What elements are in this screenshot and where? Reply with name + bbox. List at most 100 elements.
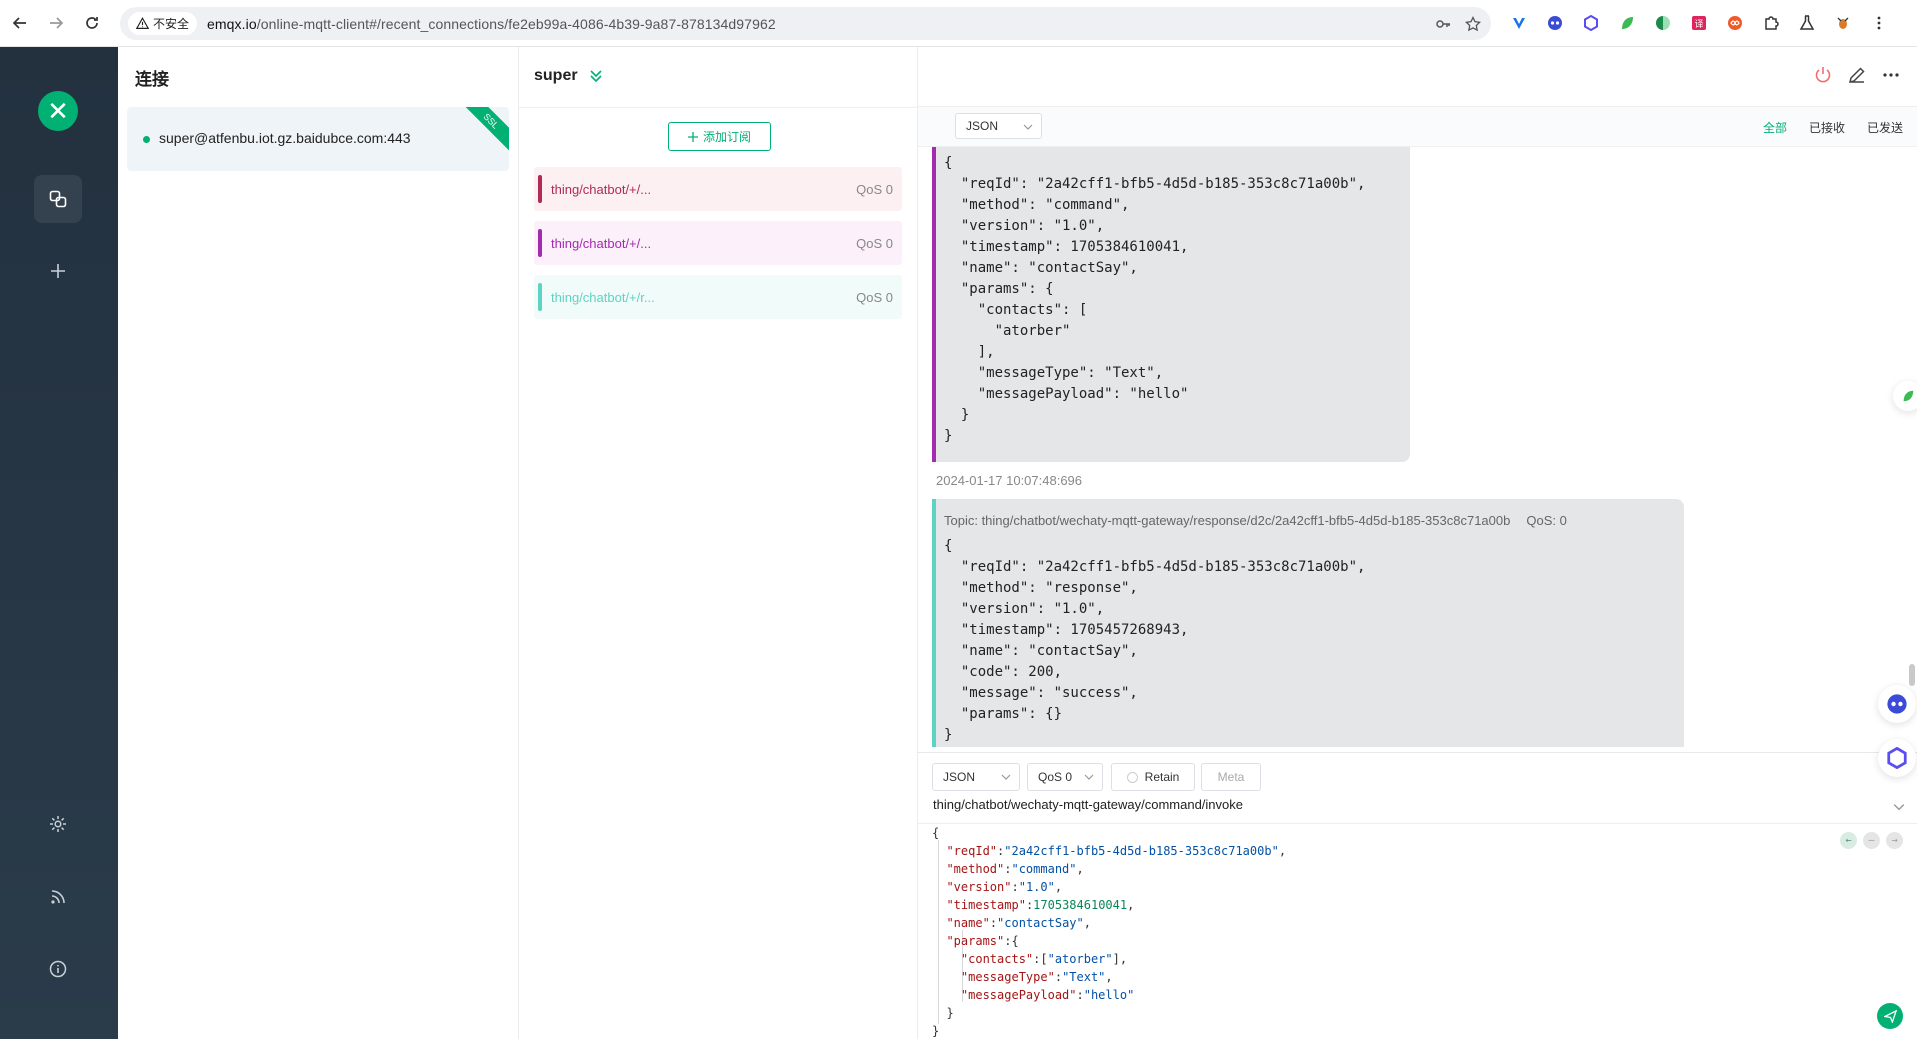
chevron-down-icon[interactable] bbox=[1893, 801, 1905, 813]
message-topic: Topic: thing/chatbot/wechaty-mqtt-gatewa… bbox=[944, 513, 1511, 528]
retain-toggle[interactable]: Retain bbox=[1111, 763, 1195, 791]
connection-name: super@atfenbu.iot.gz.baidubce.com:443 bbox=[159, 130, 411, 146]
message-list[interactable]: { "reqId": "2a42cff1-bfb5-4d5d-b185-353c… bbox=[918, 147, 1917, 747]
power-icon[interactable] bbox=[1813, 65, 1833, 85]
browser-chrome: 不安全 emqx.io/online-mqtt-client#/recent_c… bbox=[0, 0, 1917, 47]
message-bubble[interactable]: { "reqId": "2a42cff1-bfb5-4d5d-b185-353c… bbox=[932, 147, 1410, 462]
publish-topic-input[interactable]: thing/chatbot/wechaty-mqtt-gateway/comma… bbox=[933, 797, 1243, 812]
retain-label: Retain bbox=[1144, 770, 1180, 784]
reload-button[interactable] bbox=[78, 9, 106, 37]
meta-button[interactable]: Meta bbox=[1201, 763, 1261, 791]
subscription-item-3[interactable]: thing/chatbot/+/r... QoS 0 bbox=[534, 275, 902, 319]
connections-title: 连接 bbox=[135, 70, 169, 89]
publish-qos-value: QoS 0 bbox=[1038, 770, 1073, 784]
mqttx-app: ✕ 连接 super@atfenbu.iot.gz.baidubce.com:4… bbox=[0, 47, 1917, 1039]
editor-line: "messageType":"Text", bbox=[960, 970, 1113, 984]
flask-icon[interactable] bbox=[1794, 10, 1820, 36]
info-icon bbox=[49, 960, 67, 978]
nav-add-connection[interactable] bbox=[34, 247, 82, 295]
message-scrollbar[interactable] bbox=[1909, 664, 1915, 686]
arrow-right-icon[interactable]: → bbox=[1886, 832, 1903, 849]
minus-icon[interactable]: – bbox=[1863, 832, 1880, 849]
leaf-icon bbox=[1903, 390, 1914, 402]
floating-assistant-button[interactable] bbox=[1878, 685, 1916, 723]
vee-icon[interactable] bbox=[1506, 10, 1532, 36]
hex-icon[interactable] bbox=[1578, 10, 1604, 36]
subscription-item-2[interactable]: thing/chatbot/+/... QoS 0 bbox=[534, 221, 902, 265]
warning-icon bbox=[136, 17, 149, 29]
message-qos: QoS: 0 bbox=[1526, 513, 1567, 528]
editor-line: "method":"command", bbox=[946, 862, 1084, 876]
meta-label: Meta bbox=[1217, 770, 1245, 784]
hex-icon bbox=[1887, 747, 1907, 769]
arrow-left-icon[interactable]: ← bbox=[1840, 832, 1857, 849]
arrow-left-icon bbox=[12, 17, 26, 29]
infinity-icon[interactable] bbox=[1722, 10, 1748, 36]
messages-header bbox=[918, 47, 1917, 107]
editor-line: "name":"contactSay", bbox=[946, 916, 1091, 930]
connection-header[interactable]: super bbox=[534, 67, 604, 85]
send-button[interactable] bbox=[1877, 1003, 1903, 1029]
connection-item[interactable]: super@atfenbu.iot.gz.baidubce.com:443 SS… bbox=[127, 107, 509, 171]
subscription-qos: QoS 0 bbox=[856, 181, 893, 197]
editor-line: "params":{ bbox=[946, 934, 1019, 948]
retain-radio bbox=[1126, 771, 1138, 783]
nav-settings[interactable] bbox=[34, 800, 82, 848]
mqttx-logo: ✕ bbox=[38, 91, 78, 131]
message-payload: { "reqId": "2a42cff1-bfb5-4d5d-b185-353c… bbox=[944, 538, 1366, 743]
add-subscription-label: 添加订阅 bbox=[702, 130, 751, 144]
url-text[interactable]: emqx.io/online-mqtt-client#/recent_conne… bbox=[207, 16, 776, 32]
subscription-color-bar bbox=[538, 283, 542, 311]
star-icon[interactable] bbox=[1465, 15, 1481, 32]
bug-icon[interactable] bbox=[1830, 10, 1856, 36]
subscription-qos: QoS 0 bbox=[856, 235, 893, 251]
menu-dots-icon[interactable] bbox=[1866, 10, 1892, 36]
payload-format-select[interactable]: JSON bbox=[955, 113, 1042, 139]
leaf-icon[interactable] bbox=[1614, 10, 1640, 36]
chevron-down-icon bbox=[1023, 124, 1033, 130]
edit-icon[interactable] bbox=[1847, 65, 1867, 85]
editor-line: "reqId":"2a42cff1-bfb5-4d5d-b185-353c8c7… bbox=[946, 844, 1287, 858]
floating-leaf-button[interactable] bbox=[1893, 381, 1917, 411]
editor-line: { bbox=[932, 826, 940, 840]
add-icon bbox=[51, 264, 65, 278]
forward-button[interactable] bbox=[42, 9, 70, 37]
editor-line: "version":"1.0", bbox=[946, 880, 1063, 894]
tab-all[interactable]: 全部 bbox=[1763, 119, 1787, 136]
back-button[interactable] bbox=[6, 9, 34, 37]
floating-hex-button[interactable] bbox=[1878, 739, 1916, 777]
address-bar[interactable]: 不安全 emqx.io/online-mqtt-client#/recent_c… bbox=[120, 7, 1491, 40]
feed-icon bbox=[51, 890, 65, 904]
nav-about[interactable] bbox=[34, 945, 82, 993]
message-payload: { "reqId": "2a42cff1-bfb5-4d5d-b185-353c… bbox=[944, 155, 1366, 444]
extensions-bar: 译 bbox=[1506, 9, 1892, 37]
plus-icon bbox=[687, 131, 698, 142]
subscription-topic: thing/chatbot/+/... bbox=[551, 235, 652, 251]
subscription-topic: thing/chatbot/+/... bbox=[551, 181, 652, 197]
translate-icon[interactable]: 译 bbox=[1686, 10, 1712, 36]
subscription-qos: QoS 0 bbox=[856, 289, 893, 305]
key-icon[interactable] bbox=[1435, 16, 1451, 32]
insecure-chip[interactable]: 不安全 bbox=[128, 12, 198, 35]
bot-face-icon[interactable] bbox=[1542, 10, 1568, 36]
payload-editor[interactable]: { "reqId":"2a42cff1-bfb5-4d5d-b185-353c8… bbox=[918, 824, 1917, 1039]
publish-format-select[interactable]: JSON bbox=[932, 763, 1020, 791]
puzzle-icon[interactable] bbox=[1758, 10, 1784, 36]
settings-icon bbox=[50, 816, 66, 832]
editor-line: "messagePayload":"hello" bbox=[960, 988, 1135, 1002]
messages-panel: JSON 全部 已接收 已发送 { "reqId": "2a42cff1-bfb… bbox=[918, 47, 1917, 1039]
tab-sent[interactable]: 已发送 bbox=[1867, 119, 1903, 136]
nav-feed[interactable] bbox=[34, 873, 82, 921]
message-filter-bar: JSON 全部 已接收 已发送 bbox=[918, 107, 1917, 147]
split-circle-icon[interactable] bbox=[1650, 10, 1676, 36]
message-bubble[interactable]: Topic: thing/chatbot/wechaty-mqtt-gatewa… bbox=[932, 499, 1684, 747]
arrow-right-icon bbox=[50, 17, 64, 29]
publish-qos-select[interactable]: QoS 0 bbox=[1027, 763, 1103, 791]
tab-received[interactable]: 已接收 bbox=[1809, 119, 1845, 136]
nav-connections[interactable] bbox=[34, 175, 82, 223]
add-subscription-button[interactable]: 添加订阅 bbox=[668, 122, 771, 151]
more-icon[interactable] bbox=[1881, 65, 1901, 85]
subscription-color-bar bbox=[538, 229, 542, 257]
double-chevron-down-icon[interactable] bbox=[588, 68, 604, 84]
subscription-item-1[interactable]: thing/chatbot/+/... QoS 0 bbox=[534, 167, 902, 211]
